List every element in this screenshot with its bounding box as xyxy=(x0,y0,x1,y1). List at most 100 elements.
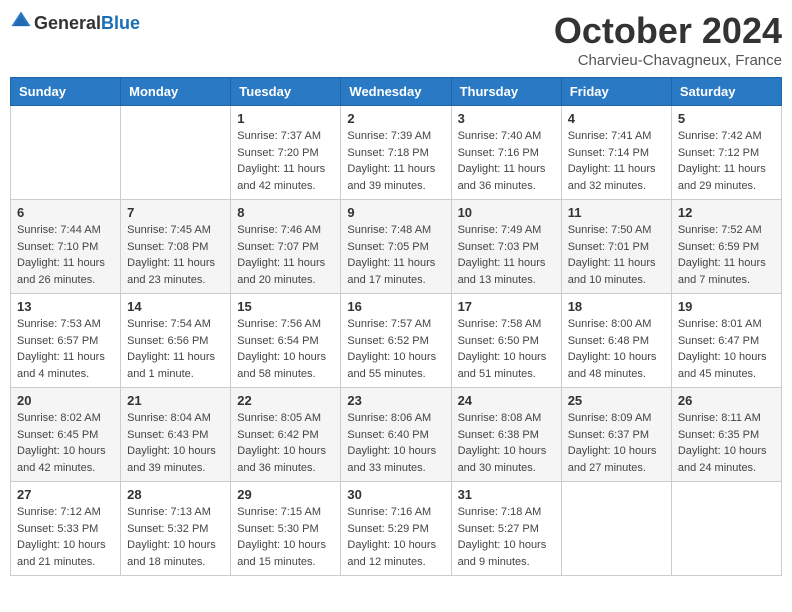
day-info: Sunrise: 7:12 AMSunset: 5:33 PMDaylight:… xyxy=(17,504,114,570)
calendar-cell xyxy=(11,106,121,200)
calendar-cell: 18 Sunrise: 8:00 AMSunset: 6:48 PMDayligh… xyxy=(561,294,671,388)
calendar-cell: 24Sunrise: 8:08 AMSunset: 6:38 PMDayligh… xyxy=(451,388,561,482)
column-header-saturday: Saturday xyxy=(671,78,781,106)
logo-general: General xyxy=(34,13,101,33)
calendar-cell: 10Sunrise: 7:49 AMSunset: 7:03 PMDayligh… xyxy=(451,200,561,294)
calendar-cell xyxy=(671,482,781,576)
logo-blue: Blue xyxy=(101,13,140,33)
day-info: Sunrise: 7:15 AMSunset: 5:30 PMDaylight:… xyxy=(237,504,334,570)
column-header-tuesday: Tuesday xyxy=(231,78,341,106)
day-info: Sunrise: 8:05 AMSunset: 6:42 PMDaylight:… xyxy=(237,410,334,476)
day-info: Sunrise: 7:37 AMSunset: 7:20 PMDaylight:… xyxy=(237,128,334,194)
day-info: Sunrise: 7:58 AMSunset: 6:50 PMDaylight:… xyxy=(458,316,555,382)
calendar-cell: 16Sunrise: 7:57 AMSunset: 6:52 PMDayligh… xyxy=(341,294,451,388)
day-number: 15 xyxy=(237,299,334,314)
day-info: Sunrise: 7:40 AMSunset: 7:16 PMDaylight:… xyxy=(458,128,555,194)
day-number: 14 xyxy=(127,299,224,314)
day-info: Sunrise: 7:53 AMSunset: 6:57 PMDaylight:… xyxy=(17,316,114,382)
calendar-cell xyxy=(121,106,231,200)
day-number: 23 xyxy=(347,393,444,408)
page-header: GeneralBlue October 2024 Charvieu-Chavag… xyxy=(10,10,782,69)
calendar-cell: 19 Sunrise: 8:01 AMSunset: 6:47 PMDayligh… xyxy=(671,294,781,388)
title-section: October 2024 Charvieu-Chavagneux, France xyxy=(554,10,782,69)
day-info: Sunrise: 7:44 AMSunset: 7:10 PMDaylight:… xyxy=(17,222,114,288)
calendar-cell: 11 Sunrise: 7:50 AMSunset: 7:01 PMDayligh… xyxy=(561,200,671,294)
day-info: Sunrise: 8:00 AMSunset: 6:48 PMDaylight:… xyxy=(568,316,665,382)
day-info: Sunrise: 8:09 AMSunset: 6:37 PMDaylight:… xyxy=(568,410,665,476)
day-number: 3 xyxy=(458,111,555,126)
calendar-week-5: 27Sunrise: 7:12 AMSunset: 5:33 PMDayligh… xyxy=(11,482,782,576)
day-number: 7 xyxy=(127,205,224,220)
day-number: 22 xyxy=(237,393,334,408)
day-info: Sunrise: 8:04 AMSunset: 6:43 PMDaylight:… xyxy=(127,410,224,476)
calendar-cell: 4 Sunrise: 7:41 AMSunset: 7:14 PMDaylight… xyxy=(561,106,671,200)
day-number: 17 xyxy=(458,299,555,314)
day-info: Sunrise: 7:13 AMSunset: 5:32 PMDaylight:… xyxy=(127,504,224,570)
day-info: Sunrise: 8:02 AMSunset: 6:45 PMDaylight:… xyxy=(17,410,114,476)
calendar-cell: 30Sunrise: 7:16 AMSunset: 5:29 PMDayligh… xyxy=(341,482,451,576)
day-info: Sunrise: 7:52 AMSunset: 6:59 PMDaylight:… xyxy=(678,222,775,288)
calendar-cell: 12 Sunrise: 7:52 AMSunset: 6:59 PMDayligh… xyxy=(671,200,781,294)
calendar-cell: 5Sunrise: 7:42 AMSunset: 7:12 PMDaylight… xyxy=(671,106,781,200)
calendar-cell: 29 Sunrise: 7:15 AMSunset: 5:30 PMDayligh… xyxy=(231,482,341,576)
calendar-cell: 28 Sunrise: 7:13 AMSunset: 5:32 PMDayligh… xyxy=(121,482,231,576)
day-number: 12 xyxy=(678,205,775,220)
calendar-header-row: SundayMondayTuesdayWednesdayThursdayFrid… xyxy=(11,78,782,106)
calendar-cell: 23 Sunrise: 8:06 AMSunset: 6:40 PMDayligh… xyxy=(341,388,451,482)
calendar-cell: 1Sunrise: 7:37 AMSunset: 7:20 PMDaylight… xyxy=(231,106,341,200)
day-number: 24 xyxy=(458,393,555,408)
day-number: 9 xyxy=(347,205,444,220)
day-number: 11 xyxy=(568,205,665,220)
calendar-cell: 26 Sunrise: 8:11 AMSunset: 6:35 PMDayligh… xyxy=(671,388,781,482)
calendar-week-2: 6 Sunrise: 7:44 AMSunset: 7:10 PMDaylight… xyxy=(11,200,782,294)
day-info: Sunrise: 7:48 AMSunset: 7:05 PMDaylight:… xyxy=(347,222,444,288)
day-info: Sunrise: 7:41 AMSunset: 7:14 PMDaylight:… xyxy=(568,128,665,194)
calendar-cell: 3 Sunrise: 7:40 AMSunset: 7:16 PMDaylight… xyxy=(451,106,561,200)
calendar-week-1: 1Sunrise: 7:37 AMSunset: 7:20 PMDaylight… xyxy=(11,106,782,200)
calendar-cell: 14 Sunrise: 7:54 AMSunset: 6:56 PMDayligh… xyxy=(121,294,231,388)
calendar-cell: 20 Sunrise: 8:02 AMSunset: 6:45 PMDayligh… xyxy=(11,388,121,482)
day-number: 30 xyxy=(347,487,444,502)
day-number: 19 xyxy=(678,299,775,314)
location-subtitle: Charvieu-Chavagneux, France xyxy=(554,52,782,69)
day-number: 28 xyxy=(127,487,224,502)
calendar-week-3: 13 Sunrise: 7:53 AMSunset: 6:57 PMDayligh… xyxy=(11,294,782,388)
day-number: 26 xyxy=(678,393,775,408)
day-info: Sunrise: 8:01 AMSunset: 6:47 PMDaylight:… xyxy=(678,316,775,382)
calendar-table: SundayMondayTuesdayWednesdayThursdayFrid… xyxy=(10,77,782,576)
day-info: Sunrise: 7:50 AMSunset: 7:01 PMDaylight:… xyxy=(568,222,665,288)
day-number: 4 xyxy=(568,111,665,126)
logo-icon xyxy=(10,10,32,32)
calendar-cell: 2Sunrise: 7:39 AMSunset: 7:18 PMDaylight… xyxy=(341,106,451,200)
day-info: Sunrise: 7:42 AMSunset: 7:12 PMDaylight:… xyxy=(678,128,775,194)
day-number: 29 xyxy=(237,487,334,502)
day-info: Sunrise: 7:56 AMSunset: 6:54 PMDaylight:… xyxy=(237,316,334,382)
column-header-friday: Friday xyxy=(561,78,671,106)
day-number: 13 xyxy=(17,299,114,314)
day-number: 8 xyxy=(237,205,334,220)
day-number: 10 xyxy=(458,205,555,220)
day-number: 31 xyxy=(458,487,555,502)
day-info: Sunrise: 7:18 AMSunset: 5:27 PMDaylight:… xyxy=(458,504,555,570)
day-info: Sunrise: 8:06 AMSunset: 6:40 PMDaylight:… xyxy=(347,410,444,476)
day-info: Sunrise: 7:57 AMSunset: 6:52 PMDaylight:… xyxy=(347,316,444,382)
calendar-cell: 31 Sunrise: 7:18 AMSunset: 5:27 PMDayligh… xyxy=(451,482,561,576)
calendar-cell: 21Sunrise: 8:04 AMSunset: 6:43 PMDayligh… xyxy=(121,388,231,482)
calendar-cell: 27Sunrise: 7:12 AMSunset: 5:33 PMDayligh… xyxy=(11,482,121,576)
day-number: 20 xyxy=(17,393,114,408)
logo-text: GeneralBlue xyxy=(34,14,140,34)
day-info: Sunrise: 7:54 AMSunset: 6:56 PMDaylight:… xyxy=(127,316,224,382)
calendar-cell: 15 Sunrise: 7:56 AMSunset: 6:54 PMDayligh… xyxy=(231,294,341,388)
calendar-cell: 9 Sunrise: 7:48 AMSunset: 7:05 PMDaylight… xyxy=(341,200,451,294)
calendar-cell: 17 Sunrise: 7:58 AMSunset: 6:50 PMDayligh… xyxy=(451,294,561,388)
day-number: 18 xyxy=(568,299,665,314)
day-info: Sunrise: 7:45 AMSunset: 7:08 PMDaylight:… xyxy=(127,222,224,288)
day-number: 6 xyxy=(17,205,114,220)
logo: GeneralBlue xyxy=(10,10,140,37)
calendar-week-4: 20 Sunrise: 8:02 AMSunset: 6:45 PMDayligh… xyxy=(11,388,782,482)
column-header-thursday: Thursday xyxy=(451,78,561,106)
day-info: Sunrise: 7:46 AMSunset: 7:07 PMDaylight:… xyxy=(237,222,334,288)
calendar-cell: 7 Sunrise: 7:45 AMSunset: 7:08 PMDaylight… xyxy=(121,200,231,294)
day-number: 2 xyxy=(347,111,444,126)
day-info: Sunrise: 8:11 AMSunset: 6:35 PMDaylight:… xyxy=(678,410,775,476)
